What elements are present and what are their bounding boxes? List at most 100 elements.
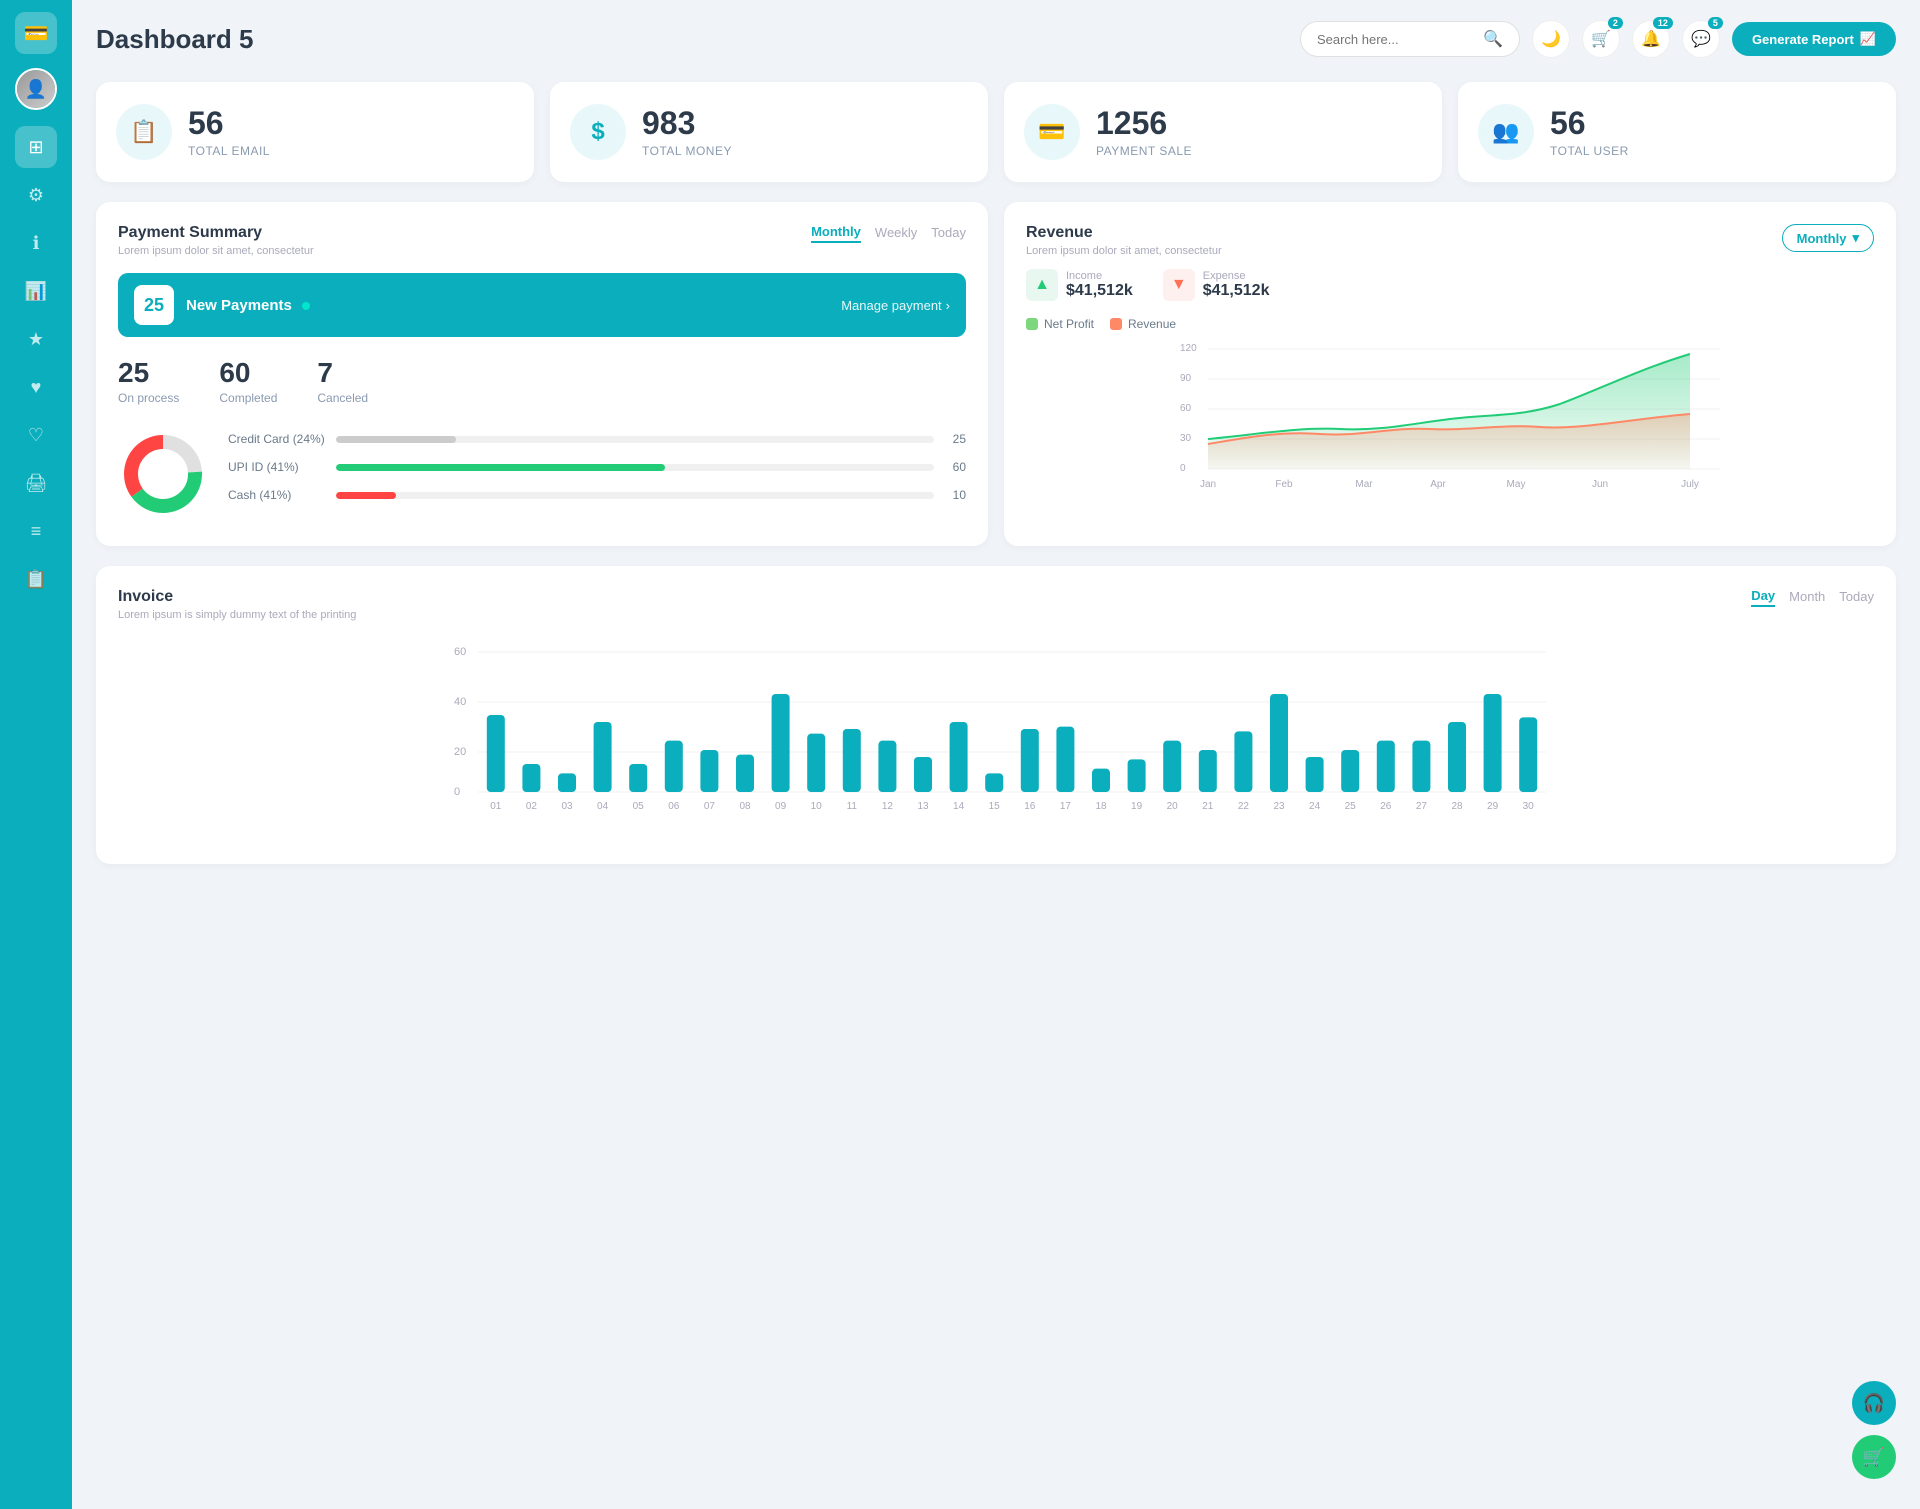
- money-label: TOTAL MONEY: [642, 144, 732, 158]
- arrow-right-icon: ›: [946, 298, 950, 313]
- revenue-title: Revenue: [1026, 224, 1222, 242]
- invoice-info: Invoice Lorem ipsum is simply dummy text…: [118, 588, 356, 621]
- message-btn[interactable]: 💬 5: [1682, 20, 1720, 58]
- bar-label-05: 05: [633, 801, 645, 812]
- revenue-monthly-dropdown[interactable]: Monthly ▾: [1782, 224, 1874, 252]
- email-number: 56: [188, 106, 270, 141]
- bar-01[interactable]: [487, 715, 505, 792]
- payment-stats: 25 On process 60 Completed 7 Canceled: [118, 357, 966, 405]
- svg-text:May: May: [1507, 479, 1526, 490]
- bar-05[interactable]: [629, 764, 647, 792]
- bar-04[interactable]: [594, 722, 612, 792]
- bar-29[interactable]: [1484, 694, 1502, 792]
- manage-payment-link[interactable]: Manage payment ›: [841, 298, 950, 313]
- stat-card-money: $ 983 TOTAL MONEY: [550, 82, 988, 182]
- bar-10[interactable]: [807, 734, 825, 792]
- payment-icon-wrap: 💳: [1024, 104, 1080, 160]
- stat-info-money: 983 TOTAL MONEY: [642, 106, 732, 157]
- credit-card-track: [336, 436, 934, 443]
- avatar[interactable]: 👤: [15, 68, 57, 110]
- cart-float-btn[interactable]: 🛒: [1852, 1435, 1896, 1479]
- donut-chart: [118, 429, 208, 519]
- on-process-label: On process: [118, 391, 179, 405]
- payment-number: 1256: [1096, 106, 1192, 141]
- sidebar-logo[interactable]: 💳: [15, 12, 57, 54]
- cart-btn[interactable]: 🛒 2: [1582, 20, 1620, 58]
- star-icon: ★: [28, 329, 44, 350]
- sidebar-item-chart[interactable]: 📊: [15, 270, 57, 312]
- sidebar-item-menu[interactable]: ≡: [15, 510, 57, 552]
- sidebar-item-star[interactable]: ★: [15, 318, 57, 360]
- revenue-panel: Revenue Lorem ipsum dolor sit amet, cons…: [1004, 202, 1896, 546]
- tab-invoice-month[interactable]: Month: [1789, 589, 1825, 606]
- expense-label: Expense: [1203, 270, 1270, 282]
- user-number: 56: [1550, 106, 1629, 141]
- canceled-number: 7: [317, 357, 368, 389]
- bar-02[interactable]: [522, 764, 540, 792]
- credit-card-fill: [336, 436, 456, 443]
- bell-icon: 🔔: [1641, 29, 1661, 49]
- support-float-btn[interactable]: 🎧: [1852, 1381, 1896, 1425]
- sidebar-item-info[interactable]: ℹ: [15, 222, 57, 264]
- sidebar-item-print[interactable]: 🖨: [15, 462, 57, 504]
- invoice-title: Invoice: [118, 588, 356, 606]
- sidebar-item-heart1[interactable]: ♥: [15, 366, 57, 408]
- bar-15[interactable]: [985, 773, 1003, 792]
- upi-fill: [336, 464, 665, 471]
- money-icon: $: [591, 118, 604, 146]
- bar-21[interactable]: [1199, 750, 1217, 792]
- bar-11[interactable]: [843, 729, 861, 792]
- svg-text:0: 0: [1180, 463, 1186, 474]
- bar-03[interactable]: [558, 773, 576, 792]
- progress-cash: Cash (41%) 10: [228, 488, 966, 502]
- bar-06[interactable]: [665, 741, 683, 792]
- sidebar-item-docs[interactable]: 📋: [15, 558, 57, 600]
- tab-payment-monthly[interactable]: Monthly: [811, 224, 861, 243]
- tab-invoice-day[interactable]: Day: [1751, 588, 1775, 607]
- search-box[interactable]: 🔍: [1300, 21, 1520, 57]
- tab-payment-today[interactable]: Today: [931, 225, 966, 242]
- bar-28[interactable]: [1448, 722, 1466, 792]
- bar-22[interactable]: [1234, 731, 1252, 792]
- bar-label-20: 20: [1167, 801, 1179, 812]
- page-title: Dashboard 5: [96, 24, 254, 55]
- sidebar-item-dashboard[interactable]: ⊞: [15, 126, 57, 168]
- bar-17[interactable]: [1056, 727, 1074, 792]
- bar-27[interactable]: [1412, 741, 1430, 792]
- revenue-header: Revenue Lorem ipsum dolor sit amet, cons…: [1026, 224, 1874, 257]
- sidebar-item-settings[interactable]: ⚙: [15, 174, 57, 216]
- bar-label-11: 11: [847, 801, 858, 812]
- pstat-on-process: 25 On process: [118, 357, 179, 405]
- bar-18[interactable]: [1092, 769, 1110, 792]
- bar-14[interactable]: [950, 722, 968, 792]
- bar-30[interactable]: [1519, 717, 1537, 792]
- bar-26[interactable]: [1377, 741, 1395, 792]
- notification-badge: 12: [1653, 17, 1673, 29]
- generate-report-button[interactable]: Generate Report 📈: [1732, 22, 1896, 56]
- bar-08[interactable]: [736, 755, 754, 792]
- notification-btn[interactable]: 🔔 12: [1632, 20, 1670, 58]
- search-input[interactable]: [1317, 32, 1475, 47]
- bar-25[interactable]: [1341, 750, 1359, 792]
- tab-payment-weekly[interactable]: Weekly: [875, 225, 917, 242]
- bar-23[interactable]: [1270, 694, 1288, 792]
- bar-20[interactable]: [1163, 741, 1181, 792]
- bar-07[interactable]: [700, 750, 718, 792]
- stat-card-payment: 💳 1256 PAYMENT SALE: [1004, 82, 1442, 182]
- svg-text:0: 0: [454, 786, 460, 798]
- bar-19[interactable]: [1128, 759, 1146, 792]
- bar-12[interactable]: [878, 741, 896, 792]
- bar-16[interactable]: [1021, 729, 1039, 792]
- bar-24[interactable]: [1306, 757, 1324, 792]
- svg-text:60: 60: [1180, 403, 1192, 414]
- dark-mode-toggle[interactable]: 🌙: [1532, 20, 1570, 58]
- net-profit-dot: [1026, 318, 1038, 330]
- bar-09[interactable]: [772, 694, 790, 792]
- net-profit-label: Net Profit: [1044, 317, 1094, 331]
- sidebar-item-heart2[interactable]: ♡: [15, 414, 57, 456]
- bar-label-14: 14: [953, 801, 965, 812]
- revenue-legend: Net Profit Revenue: [1026, 317, 1874, 331]
- bar-13[interactable]: [914, 757, 932, 792]
- generate-label: Generate Report: [1752, 32, 1854, 47]
- tab-invoice-today[interactable]: Today: [1839, 589, 1874, 606]
